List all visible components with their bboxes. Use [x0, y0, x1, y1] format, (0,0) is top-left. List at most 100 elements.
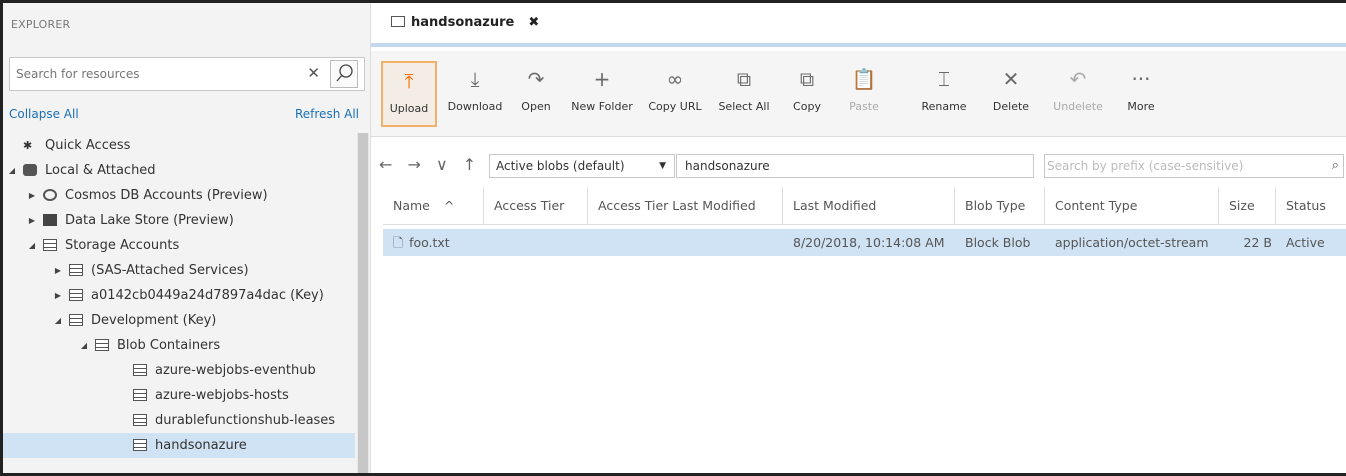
local-attached-icon: [23, 164, 37, 176]
storage-account-icon: [69, 289, 83, 301]
column-header-label: Name: [393, 198, 430, 213]
tree-node[interactable]: ◢ Storage Accounts: [3, 233, 355, 258]
tree-node[interactable]: ◢ Blob Containers: [3, 333, 355, 358]
tree-node[interactable]: durablefunctionshub-leases: [3, 408, 355, 433]
column-header-label: Status: [1286, 198, 1326, 213]
tree-node-label: Blob Containers: [117, 338, 221, 353]
tree-node-label: Storage Accounts: [65, 238, 180, 253]
column-header-label: Blob Type: [965, 198, 1026, 213]
tree-node[interactable]: azure-webjobs-hosts: [3, 383, 355, 408]
quick-access-icon: ✱: [23, 139, 33, 152]
tree-node[interactable]: ▶ Cosmos DB Accounts (Preview): [3, 183, 355, 208]
tree-node-label: Data Lake Store (Preview): [65, 213, 234, 228]
undelete-button[interactable]: ↶ Undelete: [1043, 61, 1113, 127]
column-header[interactable]: Last Modified: [783, 187, 955, 225]
expanded-arrow-icon[interactable]: ◢: [79, 333, 89, 358]
prefix-search[interactable]: Search by prefix (case-sensitive) ⌕: [1044, 154, 1344, 178]
tree-node[interactable]: ▶ Data Lake Store (Preview): [3, 208, 355, 233]
copy-button[interactable]: ⧉ Copy: [783, 61, 831, 127]
collapsed-arrow-icon[interactable]: ▶: [53, 283, 63, 308]
resource-search-input[interactable]: [10, 58, 280, 90]
column-header[interactable]: Status: [1276, 187, 1346, 225]
explorer-scrollbar-thumb[interactable]: [358, 133, 368, 473]
tree-node-label: Quick Access: [45, 138, 131, 153]
upload-button[interactable]: ⤒ Upload: [381, 61, 437, 127]
expanded-arrow-icon[interactable]: ◢: [53, 308, 63, 333]
download-button[interactable]: ⤓ Download: [443, 61, 507, 127]
tree-node[interactable]: ◢ Local & Attached: [3, 158, 355, 183]
cell-blob-type: Block Blob: [965, 229, 1043, 256]
table-row[interactable]: 🗋 foo.txt 8/20/2018, 10:14:08 AM Block Blob…: [383, 229, 1346, 256]
tab-bar: handsonazure ✖: [371, 3, 1346, 47]
close-tab-icon[interactable]: ✖: [528, 15, 539, 30]
cell-text: Active: [1286, 235, 1325, 250]
paste-button[interactable]: 📋 Paste: [841, 61, 887, 127]
storage-accounts-icon: [43, 239, 57, 251]
rename-icon: ⌶: [938, 67, 950, 91]
toolbar-label: Select All: [718, 100, 770, 113]
toolbar-label: Copy: [793, 100, 821, 113]
prefix-search-input[interactable]: Search by prefix (case-sensitive): [1047, 159, 1243, 173]
tree-node[interactable]: ▶ a0142cb0449a24d7897a4dac (Key): [3, 283, 355, 308]
copy-icon: ⧉: [799, 67, 815, 91]
column-header[interactable]: Blob Type: [955, 187, 1045, 225]
sort-ascending-icon[interactable]: ^: [444, 198, 454, 213]
cosmos-db-icon: [43, 189, 57, 201]
paste-icon: 📋: [851, 67, 877, 91]
view-select[interactable]: Active blobs (default) ▼: [489, 154, 675, 178]
data-lake-icon: [43, 214, 57, 226]
nav-arrows[interactable]: ← → ∨ ↑: [379, 155, 481, 174]
tree-node[interactable]: azure-webjobs-eventhub: [3, 358, 355, 383]
resource-tree: ✱ Quick Access ◢ Local & Attached ▶ Cosmos DB…: [3, 133, 355, 458]
tree-node-label: Cosmos DB Accounts (Preview): [65, 188, 268, 203]
more-button[interactable]: ··· More: [1119, 61, 1163, 127]
search-icon[interactable]: ⌕: [1332, 155, 1339, 177]
explorer-links: Collapse All Refresh All: [9, 107, 359, 121]
blob-containers-icon: [95, 339, 109, 351]
rename-button[interactable]: ⌶ Rename: [913, 61, 975, 127]
column-header-label: Access Tier: [494, 198, 565, 213]
tree-node[interactable]: handsonazure: [3, 433, 355, 458]
view-select-value: Active blobs (default): [496, 159, 625, 173]
blob-grid: Name ^ Access Tier Access Tier Last Modifie…: [383, 187, 1346, 256]
search-button[interactable]: [330, 60, 358, 88]
tree-node[interactable]: ✱ Quick Access: [3, 133, 355, 158]
container-icon: [133, 389, 147, 401]
copy-url-button[interactable]: ∞ Copy URL: [643, 61, 707, 127]
explorer-scrollbar[interactable]: [357, 133, 369, 473]
new-folder-button[interactable]: + New Folder: [567, 61, 637, 127]
toolbar-label: Upload: [389, 102, 429, 115]
column-header[interactable]: Access Tier: [484, 187, 588, 225]
expanded-arrow-icon[interactable]: ◢: [27, 233, 37, 258]
open-button[interactable]: ↷ Open: [511, 61, 561, 127]
delete-button[interactable]: ✕ Delete: [985, 61, 1037, 127]
cell-last-modified: 8/20/2018, 10:14:08 AM: [793, 229, 953, 256]
tree-node[interactable]: ▶ (SAS-Attached Services): [3, 258, 355, 283]
collapse-all-link[interactable]: Collapse All: [9, 107, 79, 121]
tree-node-label: handsonazure: [155, 438, 247, 453]
collapsed-arrow-icon[interactable]: ▶: [53, 258, 63, 283]
app-window: EXPLORER ✕ Collapse All Refresh All ✱ Qui…: [0, 0, 1346, 476]
tree-node[interactable]: ◢ Development (Key): [3, 308, 355, 333]
refresh-all-link[interactable]: Refresh All: [295, 107, 359, 121]
delete-icon: ✕: [1002, 67, 1020, 91]
column-header-label: Access Tier Last Modified: [598, 198, 756, 213]
explorer-title: EXPLORER: [11, 18, 71, 31]
column-header-label: Size: [1229, 198, 1255, 213]
tree-node-label: Local & Attached: [45, 163, 156, 178]
column-header[interactable]: Size: [1219, 187, 1276, 225]
column-header[interactable]: Content Type: [1045, 187, 1219, 225]
expanded-arrow-icon[interactable]: ◢: [7, 158, 17, 183]
cell-text: application/octet-stream: [1055, 235, 1209, 250]
column-header[interactable]: Name ^: [383, 187, 484, 225]
clear-search-icon[interactable]: ✕: [307, 64, 320, 82]
collapsed-arrow-icon[interactable]: ▶: [27, 183, 37, 208]
tab-title: handsonazure: [411, 15, 515, 30]
tab-handsonazure[interactable]: handsonazure ✖: [383, 3, 552, 43]
column-header[interactable]: Access Tier Last Modified: [588, 187, 783, 225]
toolbar-label: Paste: [849, 100, 879, 113]
path-field[interactable]: handsonazure: [676, 154, 1034, 178]
cell-text: Block Blob: [965, 235, 1031, 250]
select-all-button[interactable]: ⧉ Select All: [713, 61, 775, 127]
collapsed-arrow-icon[interactable]: ▶: [27, 208, 37, 233]
